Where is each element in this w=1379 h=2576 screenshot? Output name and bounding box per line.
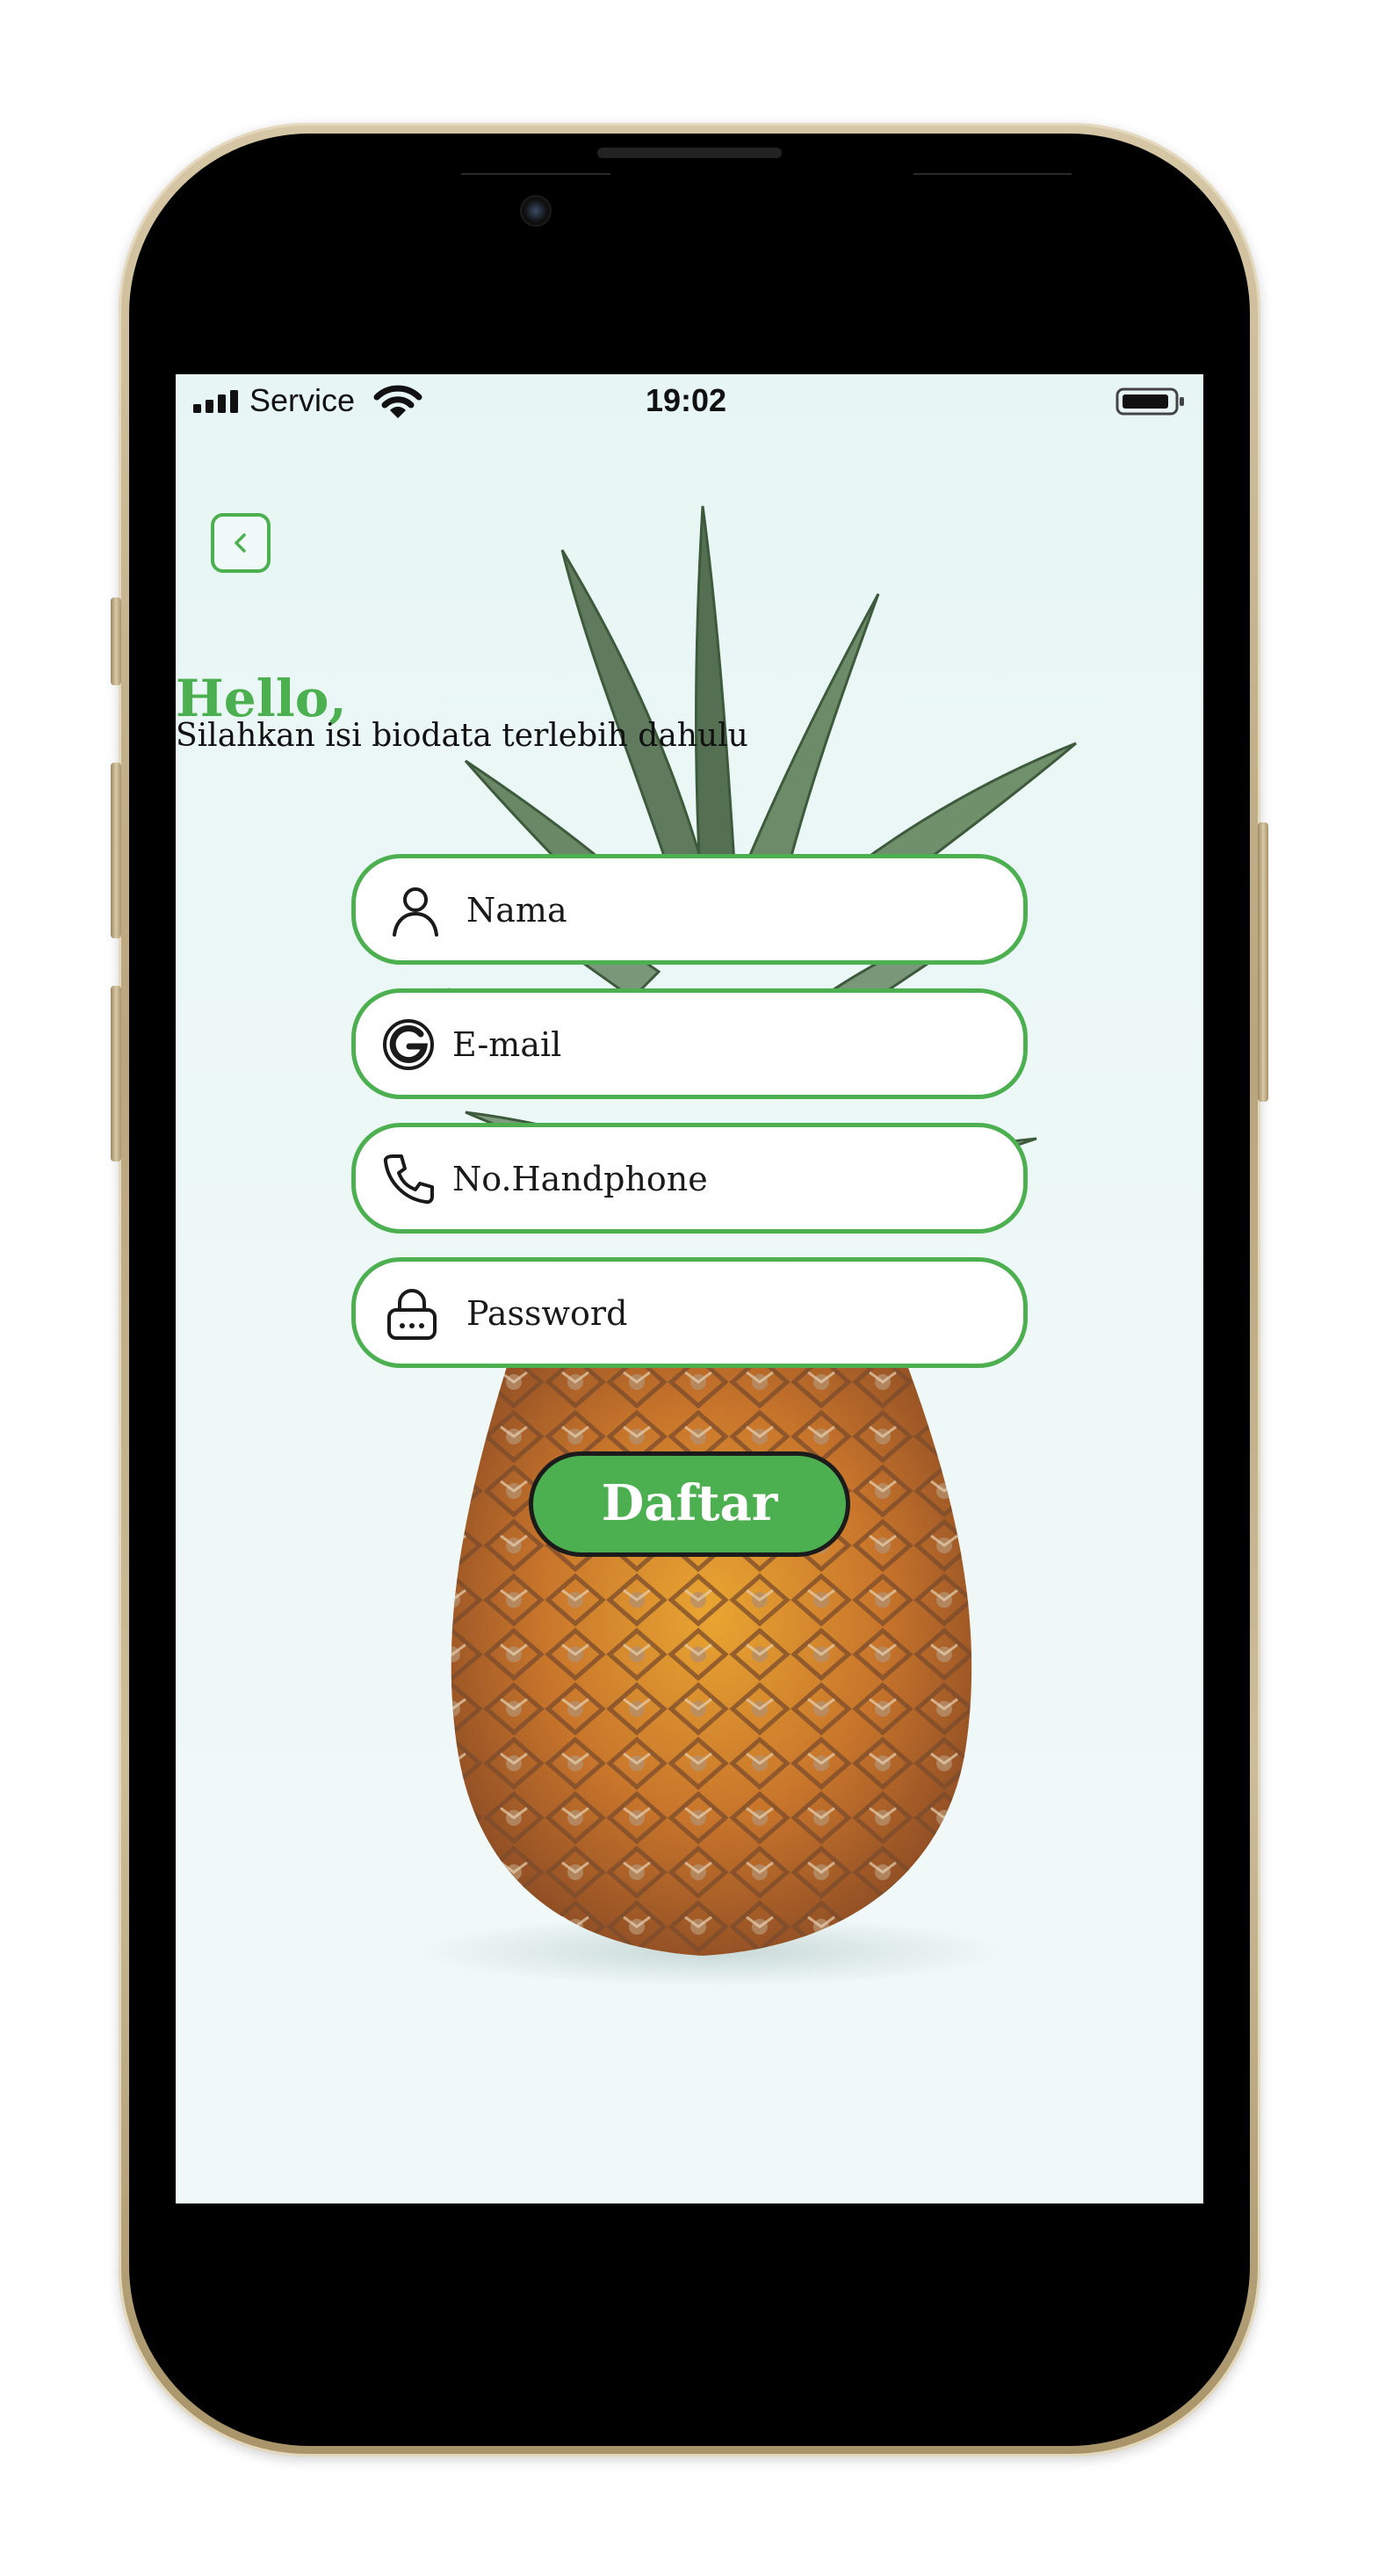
wifi-icon [373,385,422,418]
phone-input[interactable] [452,1148,909,1210]
lock-icon [387,1289,437,1340]
email-field[interactable] [351,988,1028,1099]
google-icon [383,1019,434,1070]
phone-icon [383,1154,434,1205]
chevron-left-icon [235,533,246,553]
volume-up-button [111,763,121,938]
password-field[interactable] [351,1257,1028,1368]
user-icon [393,887,438,937]
status-bar: Service 19:02 [176,374,1203,427]
name-field[interactable] [351,854,1028,965]
name-input[interactable] [466,879,923,941]
page-subtitle: Silahkan isi biodata terlebih dahulu [176,718,748,754]
register-button[interactable]: Daftar [529,1451,850,1557]
app-screen: Service 19:02 Hello, Silahkan isi biodat… [176,374,1203,2203]
notch-edge [913,173,1072,175]
password-input[interactable] [466,1283,923,1344]
phone-field[interactable] [351,1123,1028,1234]
mute-switch [111,597,121,685]
power-button [1258,822,1268,1102]
email-input[interactable] [452,1014,909,1075]
notch-edge [461,173,610,175]
volume-down-button [111,986,121,1161]
speaker-grille [597,148,782,158]
battery-icon [1115,387,1184,416]
back-button[interactable] [211,513,271,573]
cellular-signal-icon [193,390,238,413]
carrier-name: Service [249,382,356,418]
status-time: 19:02 [646,382,727,418]
front-camera-icon [520,195,552,227]
